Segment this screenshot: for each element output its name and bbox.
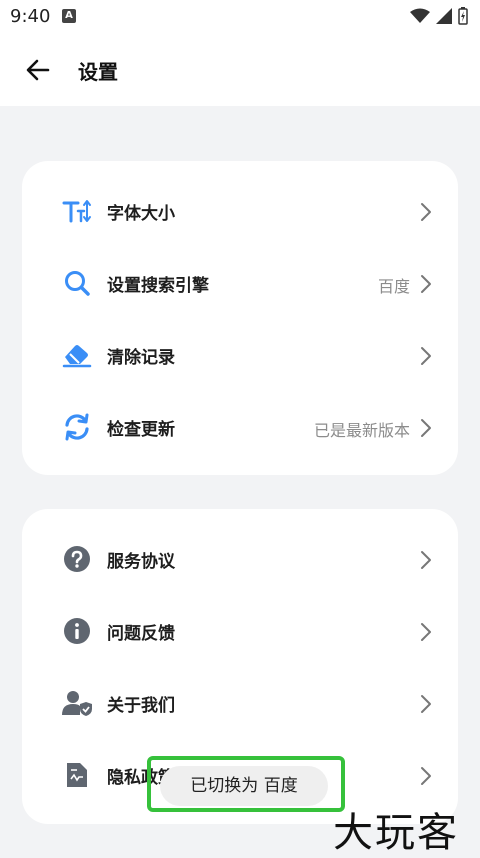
document-icon xyxy=(62,761,92,789)
row-label: 清除记录 xyxy=(107,348,175,368)
row-font-size[interactable]: 字体大小 xyxy=(22,175,458,247)
chevron-right-icon xyxy=(421,695,431,713)
row-label: 设置搜索引擎 xyxy=(107,276,209,296)
signal-icon xyxy=(436,8,452,24)
refresh-icon xyxy=(62,413,92,441)
user-shield-icon xyxy=(62,689,92,717)
row-about-us[interactable]: 关于我们 xyxy=(22,667,458,739)
chevron-right-icon xyxy=(421,623,431,641)
row-feedback[interactable]: 问题反馈 xyxy=(22,595,458,667)
question-icon xyxy=(62,545,92,573)
app-bar: 设置 xyxy=(0,34,480,106)
row-value: 已是最新版本 xyxy=(313,421,410,440)
chevron-right-icon xyxy=(421,203,431,221)
row-label: 字体大小 xyxy=(107,204,175,224)
battery-icon xyxy=(458,7,468,25)
status-time: 9:40 xyxy=(10,6,51,27)
chevron-right-icon xyxy=(421,419,431,437)
watermark-logo: 大玩客 xyxy=(333,810,459,856)
chevron-right-icon xyxy=(421,551,431,569)
row-label: 检查更新 xyxy=(107,420,175,440)
toast-message: 已切换为 百度 xyxy=(160,766,328,806)
row-label: 关于我们 xyxy=(107,696,175,716)
settings-card-general: 字体大小 设置搜索引擎 百度 清除记录 检查更新 已是最新版本 xyxy=(22,161,458,475)
page-title: 设置 xyxy=(78,60,118,84)
eraser-icon xyxy=(62,341,92,369)
status-indicators xyxy=(410,7,468,25)
chevron-right-icon xyxy=(421,275,431,293)
row-label: 问题反馈 xyxy=(107,624,175,644)
row-search-engine[interactable]: 设置搜索引擎 百度 xyxy=(22,247,458,319)
row-check-update[interactable]: 检查更新 已是最新版本 xyxy=(22,391,458,463)
wifi-icon xyxy=(410,8,430,23)
info-icon xyxy=(62,617,92,645)
chevron-right-icon xyxy=(421,347,431,365)
row-service-agreement[interactable]: 服务协议 xyxy=(22,523,458,595)
back-arrow-icon[interactable] xyxy=(22,54,54,86)
text-size-icon xyxy=(62,197,92,225)
chevron-right-icon xyxy=(421,767,431,785)
row-label: 服务协议 xyxy=(107,552,175,572)
status-bar: 9:40 A xyxy=(0,0,480,34)
row-value: 百度 xyxy=(377,277,410,296)
notification-app-icon: A xyxy=(62,9,76,23)
row-clear-records[interactable]: 清除记录 xyxy=(22,319,458,391)
search-icon xyxy=(62,269,92,297)
